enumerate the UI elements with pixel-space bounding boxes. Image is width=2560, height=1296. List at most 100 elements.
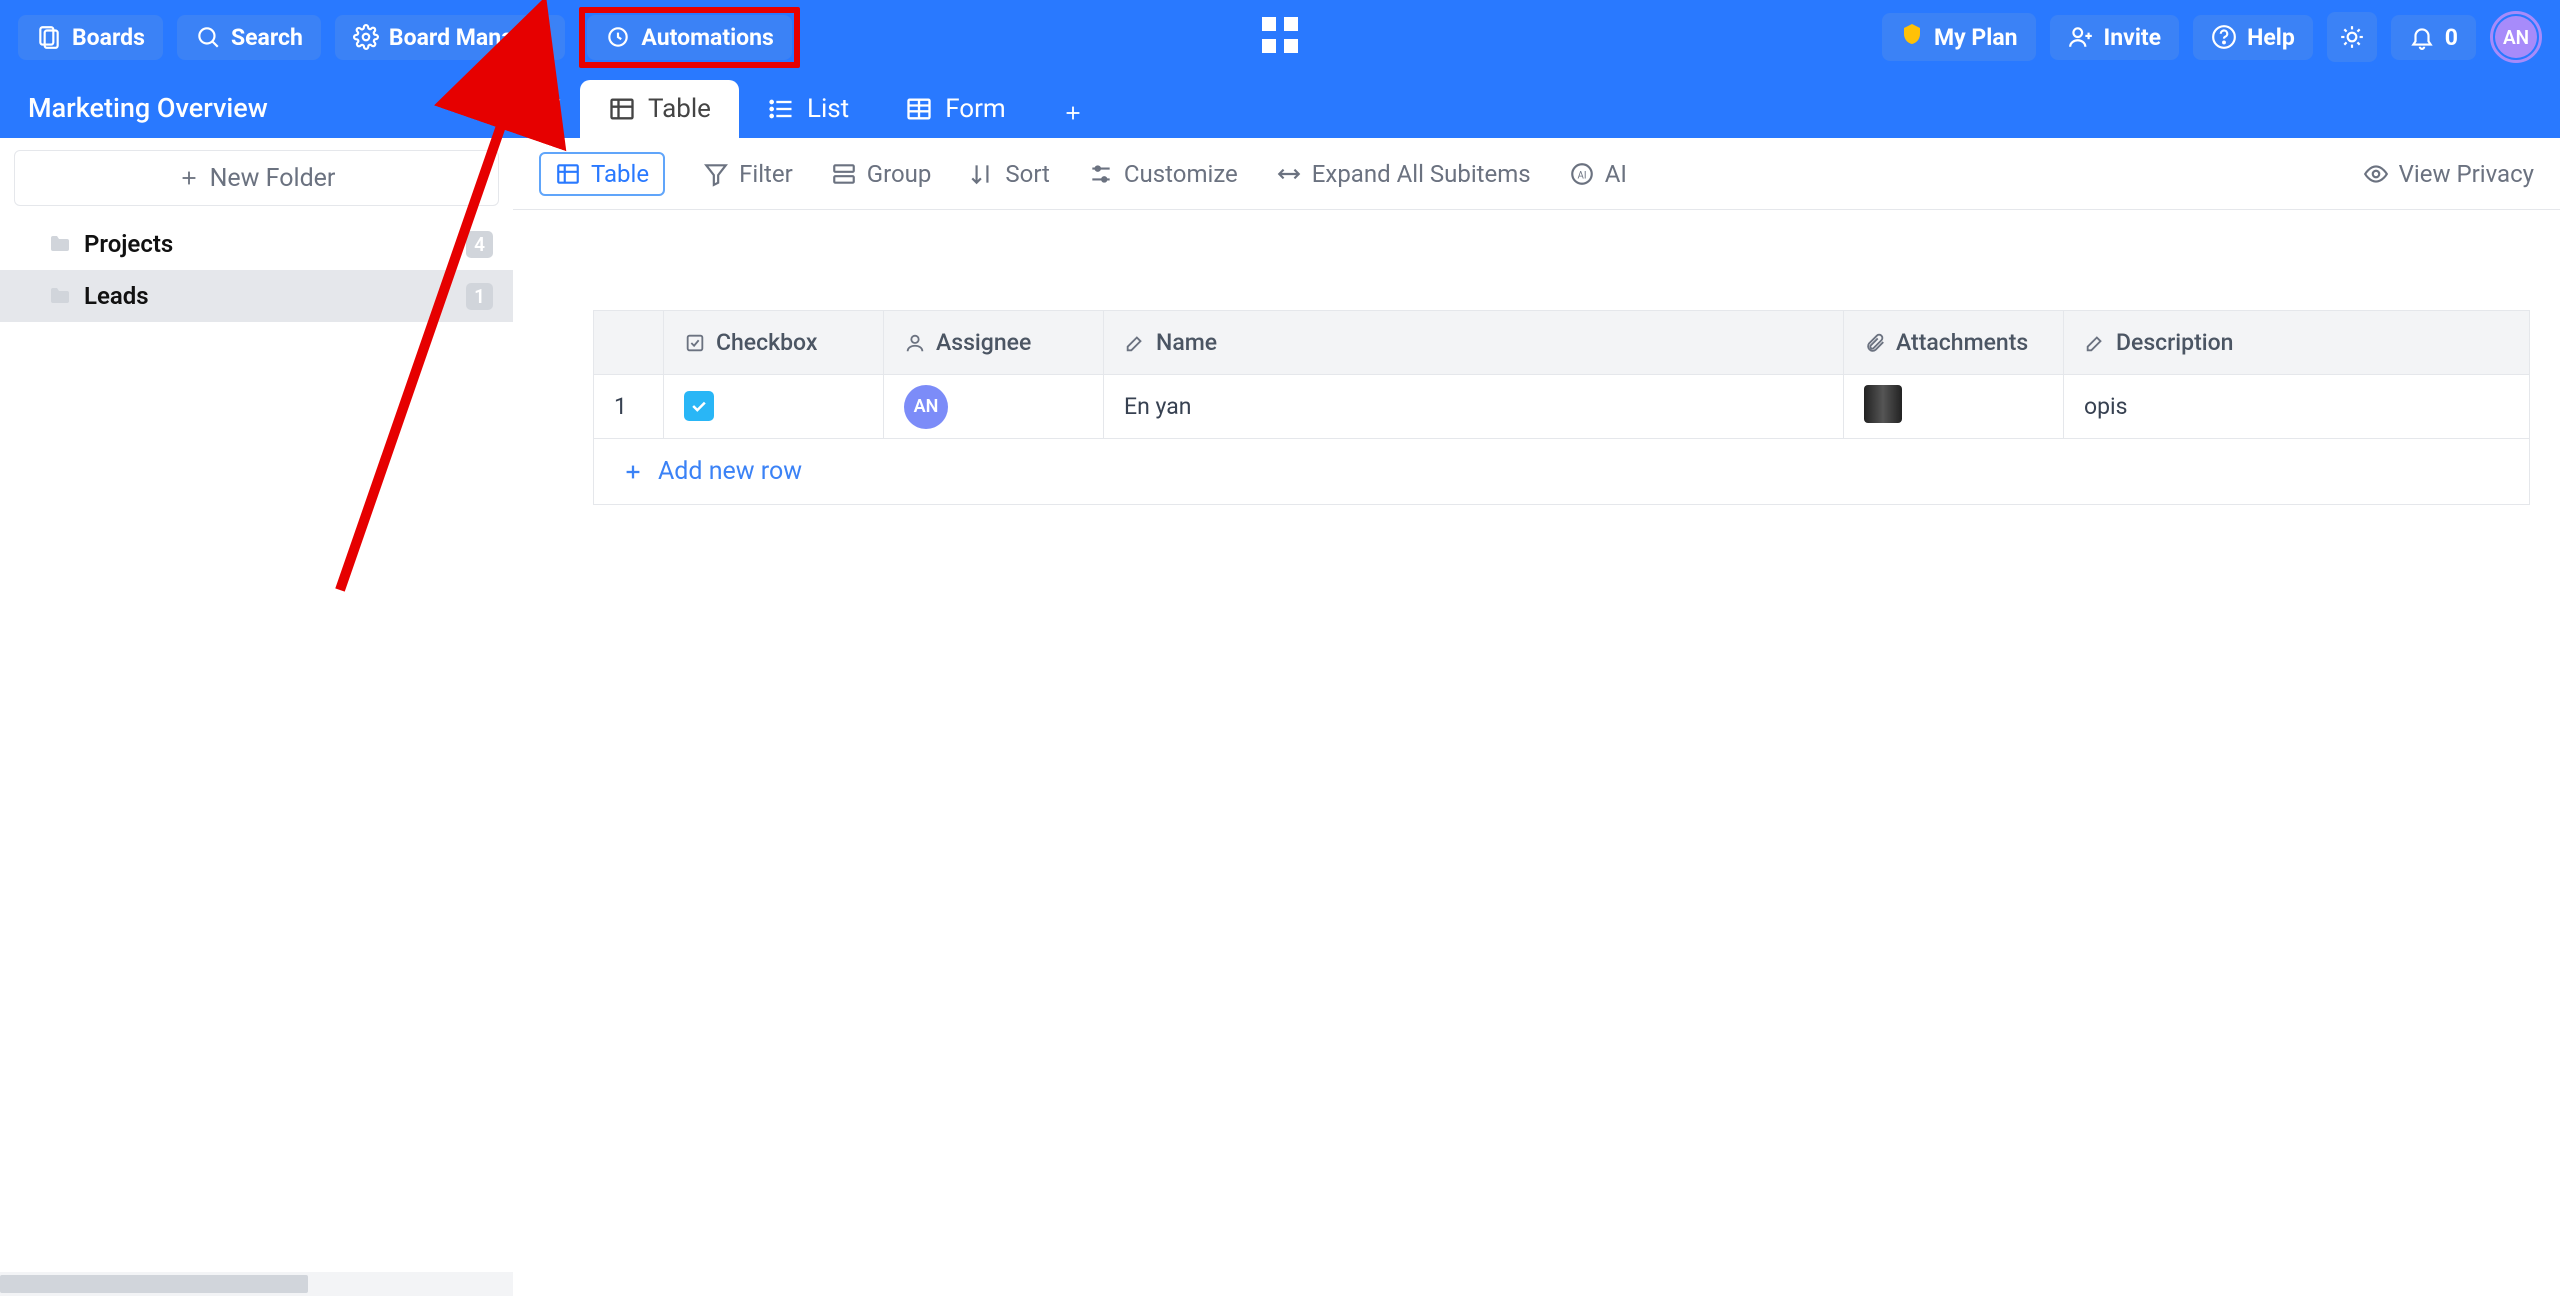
ai-icon: AI <box>1569 161 1595 187</box>
col-header-attachments[interactable]: Attachments <box>1844 311 2064 375</box>
collapse-sidebar-button[interactable] <box>520 74 580 138</box>
invite-icon <box>2068 24 2094 50</box>
tab-form[interactable]: Form <box>877 80 1034 138</box>
folder-icon <box>48 232 72 256</box>
sidebar-item-label: Leads <box>84 282 149 310</box>
tool-ai-label: AI <box>1605 160 1627 188</box>
list-icon <box>767 95 795 123</box>
logo-icon <box>1256 11 1304 59</box>
search-label: Search <box>231 24 303 51</box>
plus-icon <box>178 167 200 189</box>
plus-icon <box>622 461 644 483</box>
cell-rownum: 1 <box>594 375 664 439</box>
board-manager-label: Board Manager <box>389 24 547 51</box>
tool-sort[interactable]: Sort <box>969 160 1050 188</box>
sidebar-item-leads[interactable]: Leads 1 <box>0 270 513 322</box>
tool-table-view[interactable]: Table <box>539 152 665 196</box>
plus-icon <box>1062 102 1084 124</box>
paperclip-icon <box>1864 332 1886 354</box>
customize-icon <box>1088 161 1114 187</box>
table-icon <box>608 95 636 123</box>
tab-table-label: Table <box>648 94 711 124</box>
col-header-checkbox[interactable]: Checkbox <box>664 311 884 375</box>
folder-icon <box>48 284 72 308</box>
data-table: Checkbox Assignee Name Attachments Descr… <box>593 310 2530 439</box>
attachment-thumbnail[interactable] <box>1864 385 1902 423</box>
user-avatar[interactable]: AN <box>2490 11 2542 63</box>
col-header-description[interactable]: Description <box>2064 311 2530 375</box>
cell-assignee[interactable]: AN <box>884 375 1104 439</box>
col-header-description-label: Description <box>2116 329 2233 356</box>
notifications-button[interactable]: 0 <box>2391 15 2476 60</box>
help-icon <box>2211 24 2237 50</box>
form-icon <box>905 95 933 123</box>
tool-filter-label: Filter <box>739 160 793 188</box>
board-title[interactable]: Marketing Overview <box>0 92 520 138</box>
col-header-name[interactable]: Name <box>1104 311 1844 375</box>
view-tabs: Table List Form <box>580 74 1112 138</box>
sidebar-item-count: 4 <box>466 231 493 258</box>
new-folder-button[interactable]: New Folder <box>14 150 499 206</box>
topbar: Boards Search Board Manager Automations … <box>0 0 2560 74</box>
tool-expand-label: Expand All Subitems <box>1312 160 1531 188</box>
automations-button[interactable]: Automations <box>587 15 791 60</box>
group-icon <box>831 161 857 187</box>
boards-label: Boards <box>72 24 145 51</box>
cell-attachments[interactable] <box>1844 375 2064 439</box>
tool-group[interactable]: Group <box>831 160 932 188</box>
boards-button[interactable]: Boards <box>18 15 163 60</box>
table-row[interactable]: 1 AN En yan opis <box>594 375 2530 439</box>
help-button[interactable]: Help <box>2193 15 2313 60</box>
notifications-count: 0 <box>2445 24 2458 51</box>
app-logo[interactable] <box>1256 11 1304 63</box>
sidebar-item-projects[interactable]: Projects 4 <box>0 218 513 270</box>
board-manager-button[interactable]: Board Manager <box>335 15 565 60</box>
my-plan-button[interactable]: My Plan <box>1882 13 2036 61</box>
sort-icon <box>969 161 995 187</box>
cell-description[interactable]: opis <box>2064 375 2530 439</box>
person-icon <box>904 332 926 354</box>
search-button[interactable]: Search <box>177 15 321 60</box>
tab-table[interactable]: Table <box>580 80 739 138</box>
shield-icon <box>1900 22 1924 52</box>
col-header-name-label: Name <box>1156 329 1217 356</box>
tool-filter[interactable]: Filter <box>703 160 793 188</box>
edit-icon <box>1124 332 1146 354</box>
tool-expand-subitems[interactable]: Expand All Subitems <box>1276 160 1531 188</box>
sidebar-scrollbar[interactable] <box>0 1272 513 1296</box>
tab-list[interactable]: List <box>739 80 877 138</box>
cell-name[interactable]: En yan <box>1104 375 1844 439</box>
expand-icon <box>1276 161 1302 187</box>
filter-icon <box>703 161 729 187</box>
tab-form-label: Form <box>945 94 1006 124</box>
invite-button[interactable]: Invite <box>2050 15 2180 60</box>
scrollbar-thumb[interactable] <box>0 1275 308 1293</box>
sidebar-item-label: Projects <box>84 230 173 258</box>
col-header-attachments-label: Attachments <box>1896 329 2028 356</box>
checkbox-checked[interactable] <box>684 391 714 421</box>
table-toolbar: Table Filter Group Sort Customize Expand… <box>513 138 2560 210</box>
automation-icon <box>605 24 631 50</box>
tool-table-label: Table <box>591 160 649 188</box>
tool-ai[interactable]: AI AI <box>1569 160 1627 188</box>
automations-label: Automations <box>641 24 773 51</box>
col-header-assignee-label: Assignee <box>936 329 1031 356</box>
my-plan-label: My Plan <box>1934 24 2018 51</box>
cell-checkbox[interactable] <box>664 375 884 439</box>
annotation-highlight: Automations <box>579 7 799 68</box>
sidebar: New Folder Projects 4 Leads 1 <box>0 138 513 1296</box>
table-icon <box>555 161 581 187</box>
main: Table Filter Group Sort Customize Expand… <box>513 138 2560 1296</box>
col-header-assignee[interactable]: Assignee <box>884 311 1104 375</box>
boards-icon <box>36 24 62 50</box>
add-row-button[interactable]: Add new row <box>593 439 2530 505</box>
tool-view-privacy[interactable]: View Privacy <box>2363 160 2534 188</box>
avatar-initials: AN <box>2495 16 2537 58</box>
tab-add-view[interactable] <box>1034 88 1112 138</box>
help-label: Help <box>2247 24 2295 51</box>
tab-list-label: List <box>807 94 849 124</box>
theme-toggle-button[interactable] <box>2327 12 2377 62</box>
col-header-rownum[interactable] <box>594 311 664 375</box>
topnav-right: My Plan Invite Help 0 AN <box>1882 11 2542 63</box>
tool-customize[interactable]: Customize <box>1088 160 1238 188</box>
